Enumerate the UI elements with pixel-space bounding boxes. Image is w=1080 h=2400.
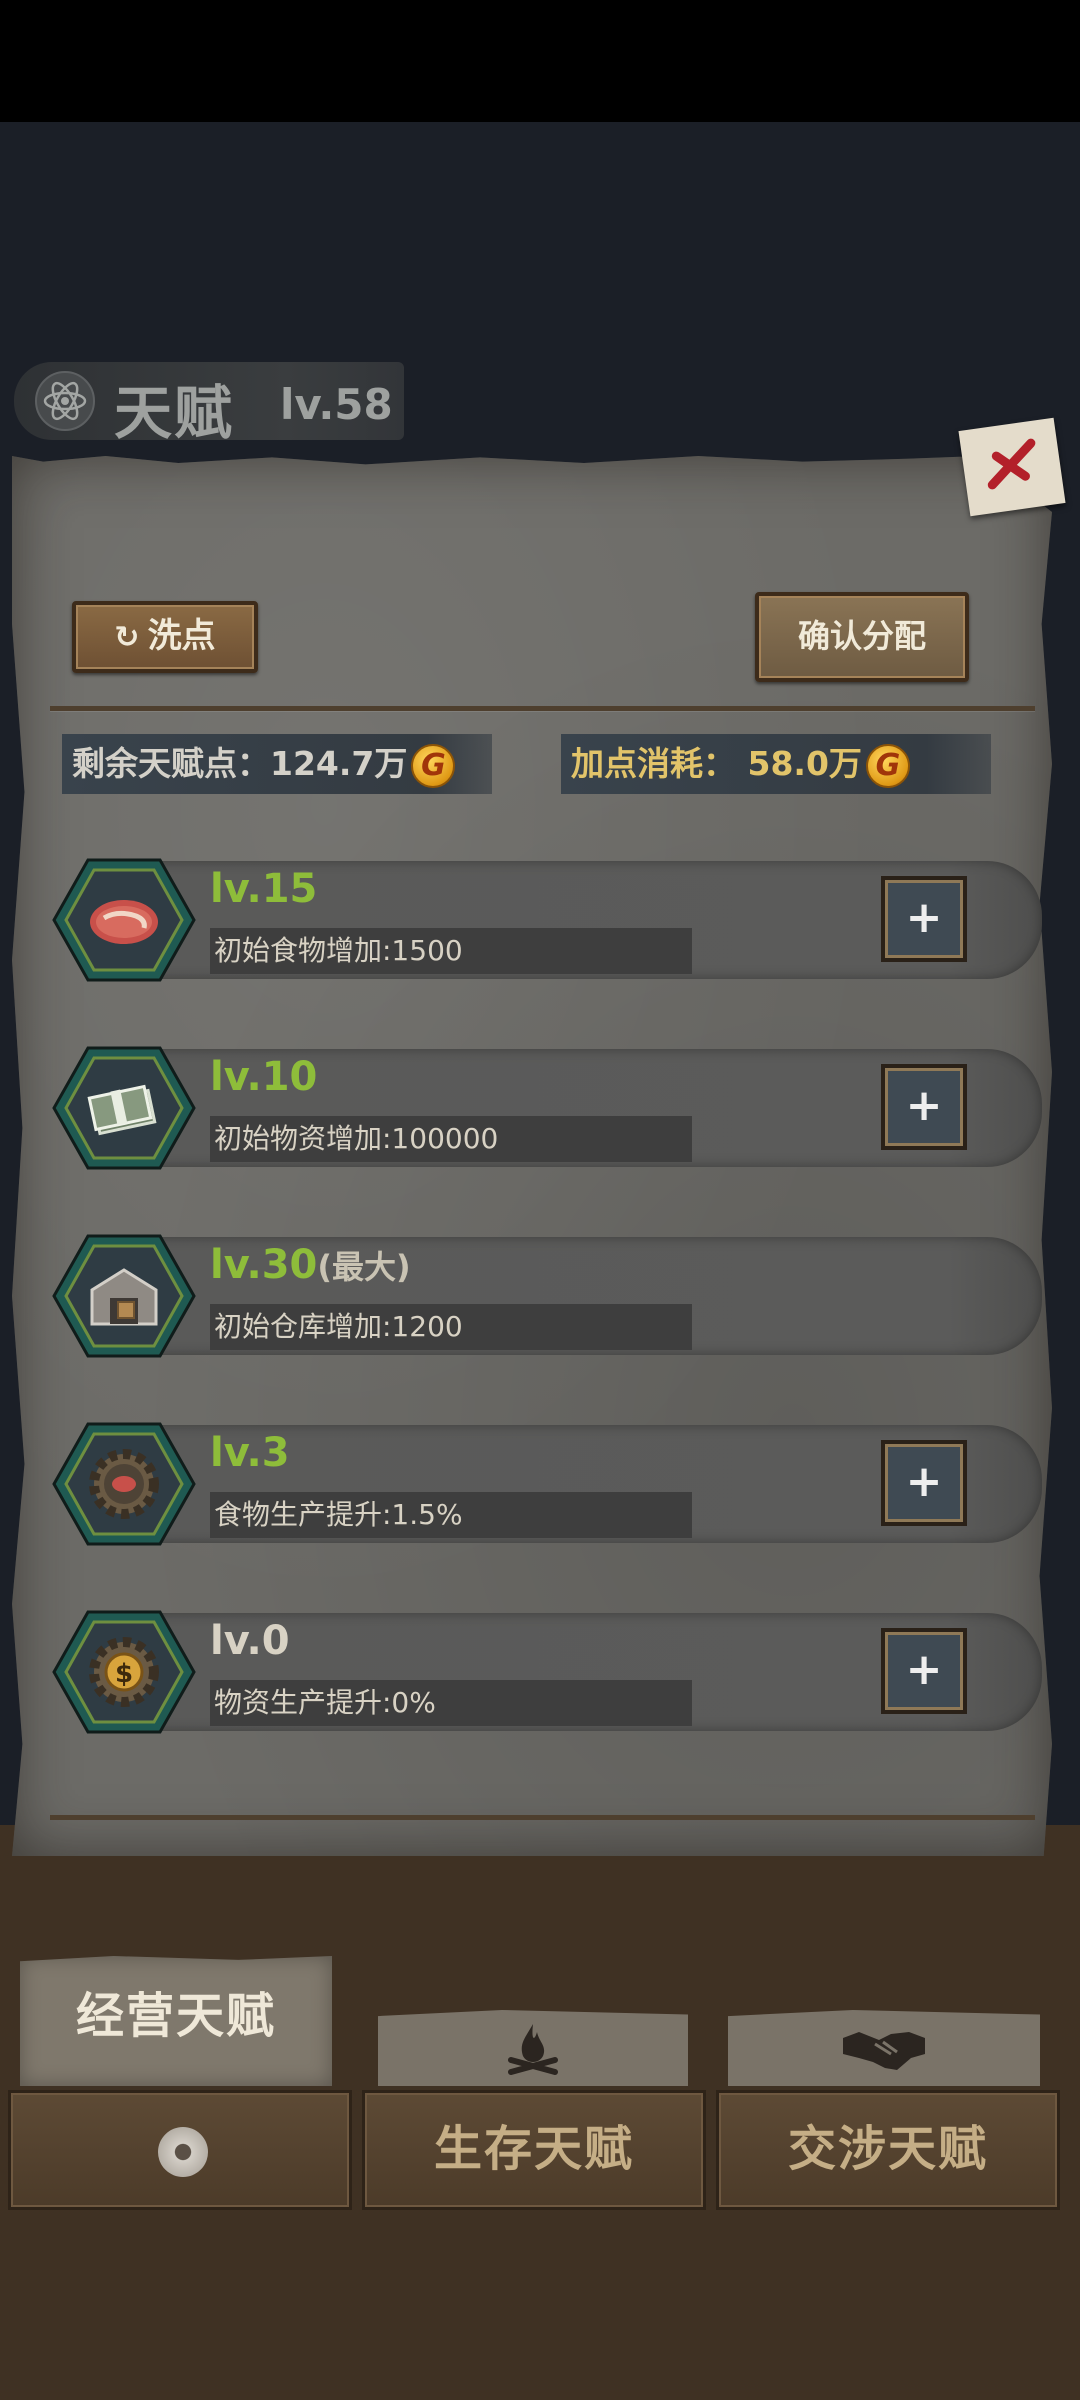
status-bar — [0, 0, 1080, 122]
meat-icon — [52, 858, 196, 982]
reset-points-button[interactable]: ↻ 洗点 — [72, 601, 258, 673]
add-point-button[interactable]: + — [881, 1628, 967, 1714]
tab-survival-talent[interactable] — [378, 2010, 688, 2086]
close-button[interactable] — [958, 417, 1066, 517]
talent-row-food: lv.15 初始食物增加:1500 + — [52, 856, 1042, 984]
confirm-label: 确认分配 — [797, 617, 926, 655]
title-tag: 天赋 lv.58 — [14, 362, 404, 447]
talent-description: 初始仓库增加:1200 — [210, 1304, 692, 1350]
warehouse-icon — [52, 1234, 196, 1358]
max-level-tag: (最大) — [317, 1248, 411, 1286]
handshake-icon — [843, 2032, 925, 2070]
tab-business-talent[interactable]: 经营天赋 — [20, 1956, 332, 2086]
talent-level: lv.30(最大) — [210, 1242, 411, 1288]
talent-row-supplies: lv.10 初始物资增加:100000 + — [52, 1044, 1042, 1172]
talent-level: lv.0 — [210, 1618, 290, 1664]
close-icon — [987, 438, 1036, 490]
divider — [50, 1815, 1035, 1820]
bottom-tab-trade[interactable]: 交涉天赋 — [716, 2090, 1060, 2210]
talent-description: 物资生产提升:0% — [210, 1680, 692, 1726]
cash-stack-icon — [52, 1046, 196, 1170]
bottom-tab-survival[interactable]: 生存天赋 — [362, 2090, 706, 2210]
player-level: lv.58 — [280, 380, 393, 429]
talent-description: 初始食物增加:1500 — [210, 928, 692, 974]
add-point-button[interactable]: + — [881, 1440, 967, 1526]
gear-meat-icon — [52, 1422, 196, 1546]
gear-dollar-icon: $ — [52, 1610, 196, 1734]
gold-coin-icon: G — [411, 743, 456, 788]
talent-description: 食物生产提升:1.5% — [210, 1492, 692, 1538]
settings-gear-icon — [158, 2127, 208, 2177]
add-point-button[interactable]: + — [881, 876, 967, 962]
remaining-points-label: 剩余天赋点：124.7万 — [72, 744, 408, 783]
reset-label: 洗点 — [147, 616, 216, 656]
talent-row-food-production: lv.3 食物生产提升:1.5% + — [52, 1420, 1042, 1548]
refresh-icon: ↻ — [114, 620, 140, 655]
svg-text:$: $ — [115, 1659, 133, 1689]
talent-level: lv.3 — [210, 1430, 290, 1476]
gold-coin-icon: G — [865, 743, 910, 788]
bottom-tab-home[interactable] — [8, 2090, 352, 2210]
talent-row-warehouse: lv.30(最大) 初始仓库增加:1200 — [52, 1232, 1042, 1360]
talent-level: lv.15 — [210, 866, 318, 912]
add-point-button[interactable]: + — [881, 1064, 967, 1150]
confirm-allocation-button[interactable]: 确认分配 — [755, 592, 969, 682]
talent-row-supplies-production: $ lv.0 物资生产提升:0% + — [52, 1608, 1042, 1736]
talent-level: lv.10 — [210, 1054, 318, 1100]
page-title: 天赋 — [114, 379, 235, 447]
talent-description: 初始物资增加:100000 — [210, 1116, 692, 1162]
tab-label: 经营天赋 — [75, 1988, 276, 2044]
tab-trade-talent[interactable] — [728, 2010, 1040, 2086]
divider — [50, 706, 1035, 711]
upgrade-cost-label: 加点消耗： 58.0万 — [571, 744, 862, 783]
campfire-icon — [508, 2024, 558, 2075]
atom-icon — [35, 371, 95, 431]
upgrade-cost-bar: 加点消耗： 58.0万 G — [561, 734, 991, 794]
remaining-points-bar: 剩余天赋点：124.7万 G — [62, 734, 492, 794]
